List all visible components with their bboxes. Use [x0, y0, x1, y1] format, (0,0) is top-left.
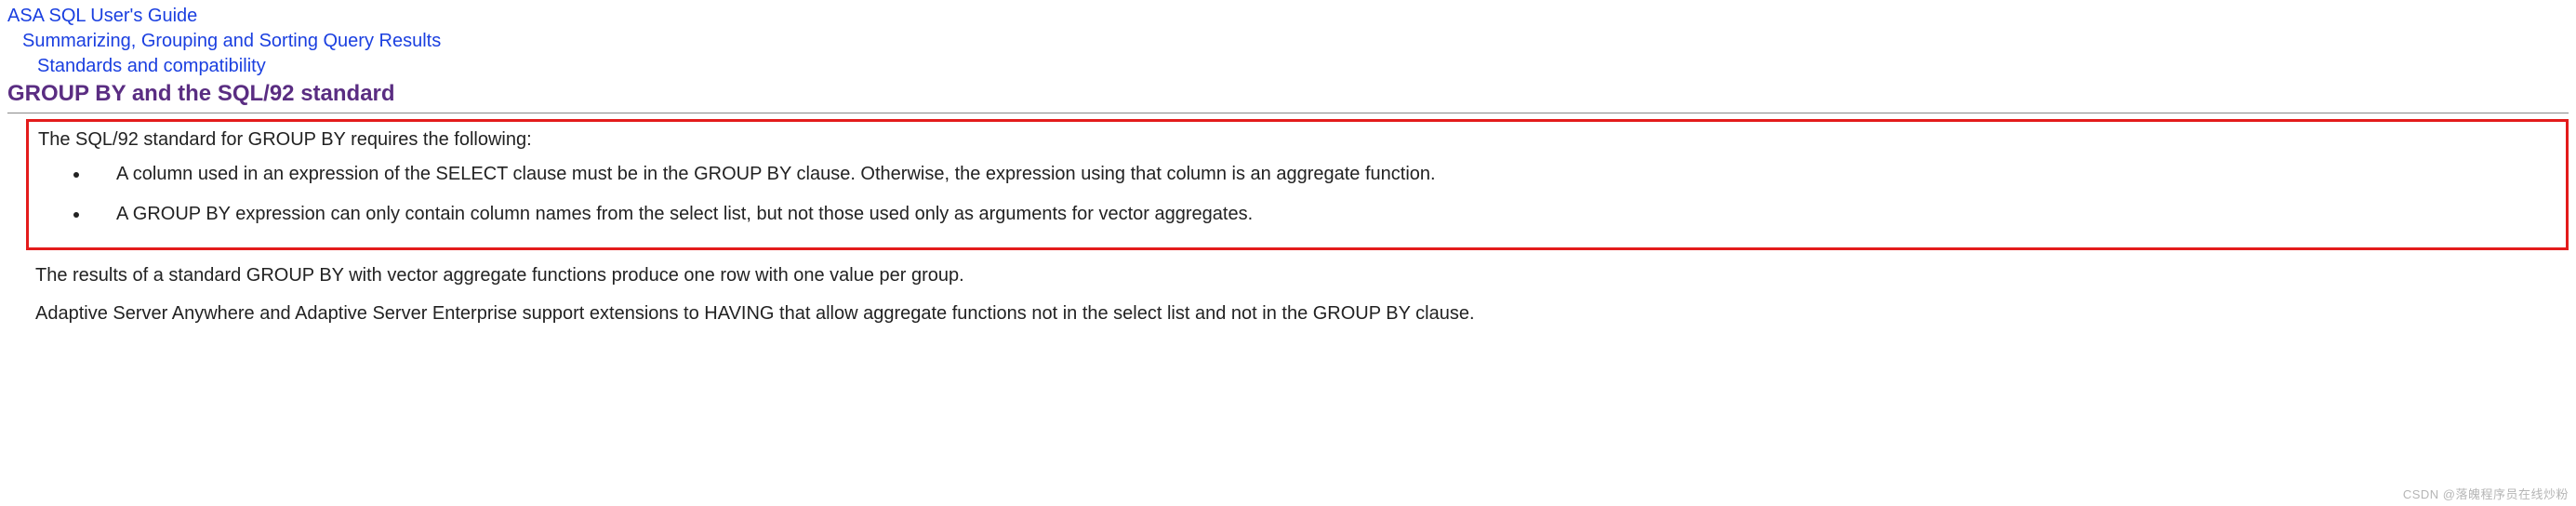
- breadcrumb: ASA SQL User's Guide Summarizing, Groupi…: [7, 4, 2569, 79]
- rules-list: A column used in an expression of the SE…: [38, 162, 2556, 227]
- intro-sentence: The SQL/92 standard for GROUP BY require…: [38, 127, 2556, 153]
- breadcrumb-link-guide[interactable]: ASA SQL User's Guide: [7, 6, 197, 26]
- rule-item: A GROUP BY expression can only contain c…: [90, 202, 2556, 227]
- content-body: The SQL/92 standard for GROUP BY require…: [7, 119, 2569, 326]
- breadcrumb-link-chapter[interactable]: Summarizing, Grouping and Sorting Query …: [22, 31, 441, 51]
- rule-item: A column used in an expression of the SE…: [90, 162, 2556, 187]
- document-page: ASA SQL User's Guide Summarizing, Groupi…: [0, 0, 2576, 351]
- highlighted-rules-box: The SQL/92 standard for GROUP BY require…: [26, 119, 2569, 250]
- watermark-text: CSDN @落魄程序员在线炒粉: [2403, 485, 2569, 502]
- page-title: GROUP BY and the SQL/92 standard: [7, 81, 2569, 107]
- paragraph-results: The results of a standard GROUP BY with …: [35, 263, 2569, 288]
- breadcrumb-link-section[interactable]: Standards and compatibility: [37, 56, 266, 76]
- paragraph-extensions: Adaptive Server Anywhere and Adaptive Se…: [35, 301, 2569, 326]
